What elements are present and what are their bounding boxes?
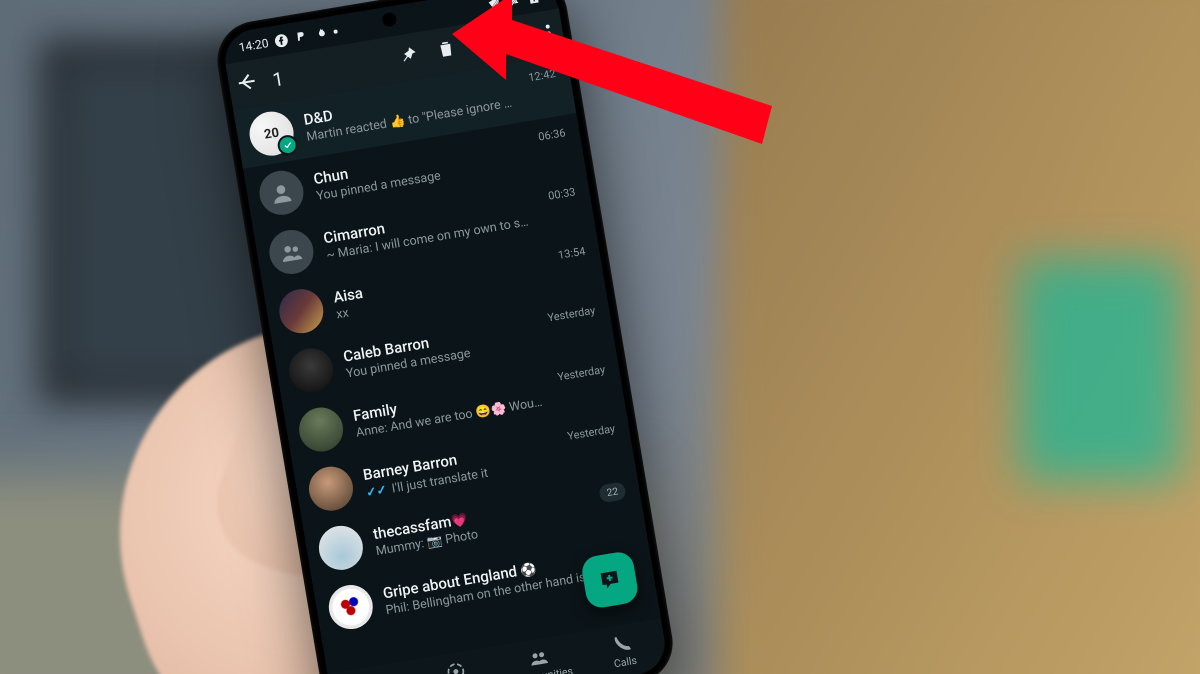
mute-chat-icon[interactable]: [454, 31, 495, 61]
avatar[interactable]: [256, 167, 307, 218]
avatar[interactable]: [296, 404, 347, 455]
back-button[interactable]: [233, 68, 261, 100]
paypal-icon: [293, 29, 309, 45]
background-accent: [1020, 260, 1180, 480]
chat-time: Yesterday: [566, 422, 616, 443]
unread-badge: 22: [598, 481, 627, 503]
avatar[interactable]: [316, 523, 367, 574]
archive-chat-icon[interactable]: [492, 25, 533, 55]
avatar[interactable]: [325, 582, 376, 633]
archive-icon: [526, 0, 542, 7]
avatar[interactable]: [286, 345, 337, 396]
chat-time: 12:42: [527, 67, 556, 84]
chat-time: Yesterday: [547, 304, 597, 325]
scene: 14:20 1: [0, 0, 1200, 674]
pin-icon[interactable]: [379, 43, 420, 73]
chat-time: 13:54: [557, 245, 586, 262]
flame-icon: [313, 26, 329, 42]
tab-calls-label: Calls: [613, 653, 638, 670]
avatar[interactable]: [306, 463, 357, 514]
delete-icon[interactable]: [417, 37, 458, 67]
facebook-icon: [273, 33, 289, 49]
avatar[interactable]: [266, 227, 317, 278]
chat-time: 00:33: [547, 185, 576, 202]
avatar[interactable]: [276, 286, 327, 337]
chat-time: 06:36: [537, 126, 566, 143]
status-dot: [333, 29, 338, 34]
chat-time: Yesterday: [557, 363, 607, 384]
location-off-icon: [486, 0, 502, 13]
new-chat-fab[interactable]: [580, 550, 640, 610]
status-time: 14:20: [238, 36, 270, 55]
mute-icon: [506, 0, 522, 10]
selection-count: 1: [271, 50, 383, 91]
more-menu-icon[interactable]: [545, 24, 552, 42]
